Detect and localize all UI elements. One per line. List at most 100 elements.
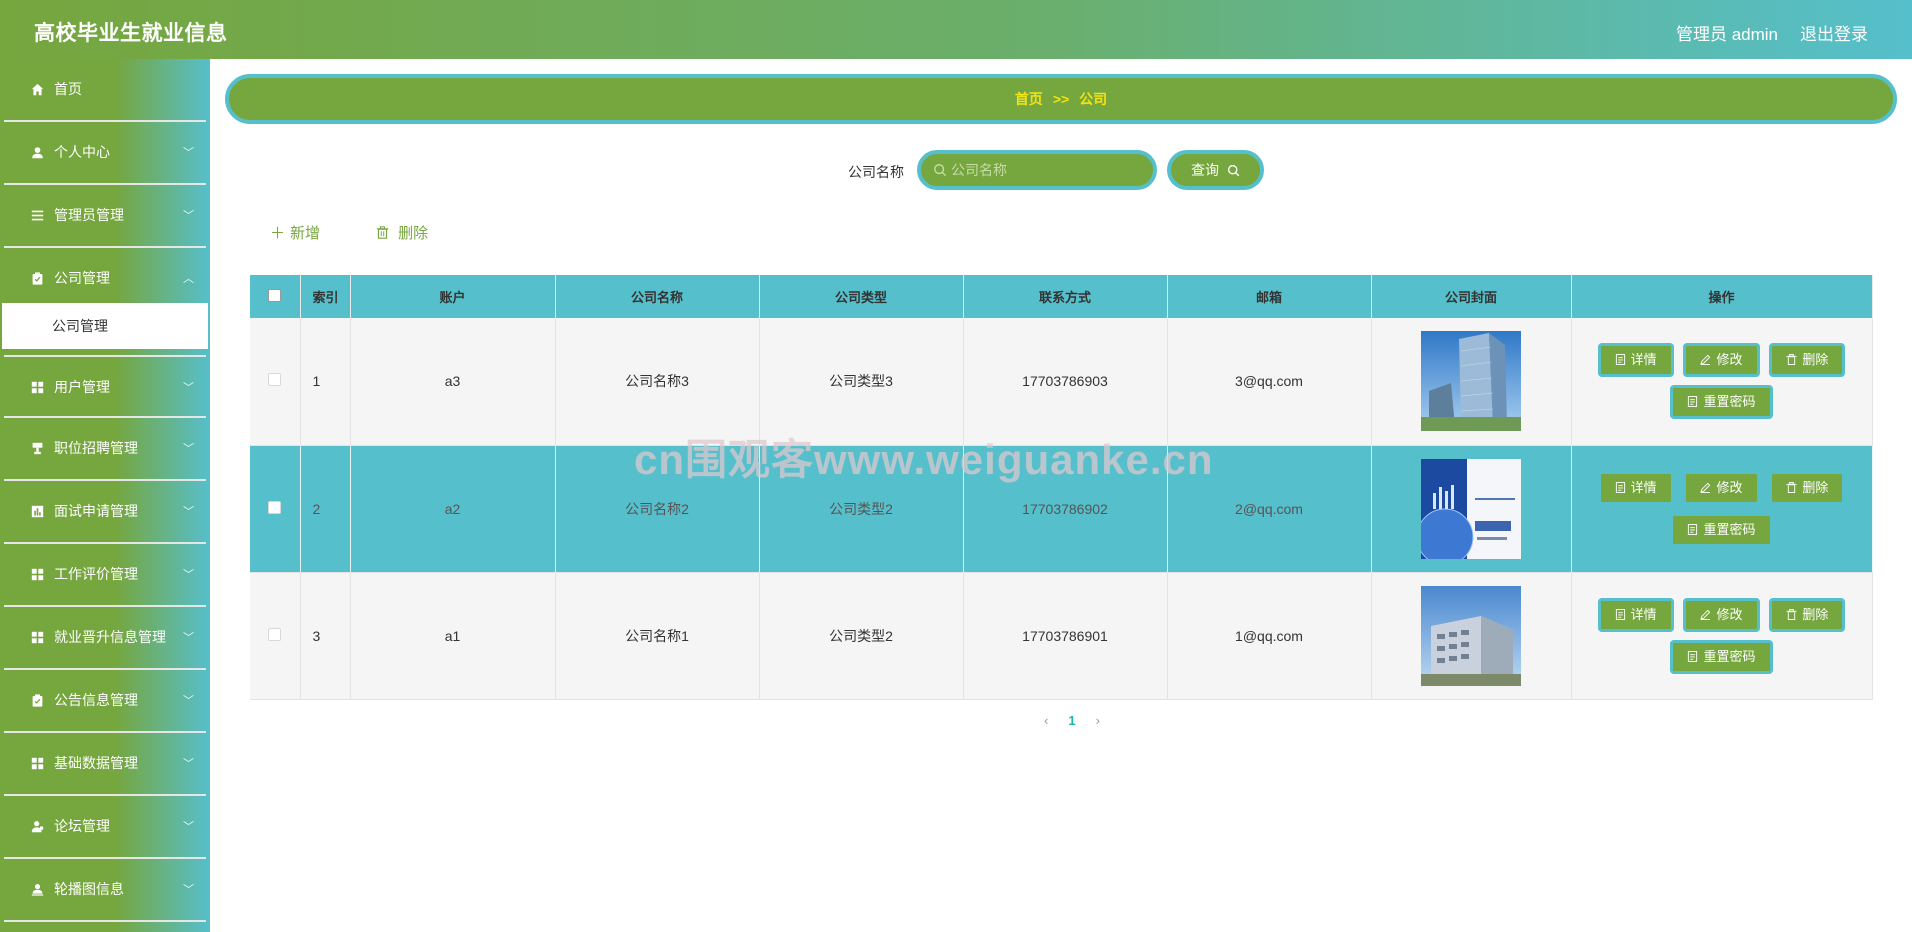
edit-button[interactable]: 修改 [1683, 470, 1760, 505]
cell-phone: 17703786902 [963, 445, 1168, 573]
breadcrumb-current: 公司 [1079, 91, 1108, 107]
clipboard-icon [29, 692, 45, 708]
delete-button[interactable]: 删除 [1769, 597, 1846, 632]
column-header-account: 账户 [350, 275, 556, 318]
sidebar-item-basic-data[interactable]: 基础数据管理 ﹀ [4, 733, 206, 796]
reset-password-button-label: 重置密码 [1703, 648, 1756, 664]
sidebar-item-home[interactable]: 首页 [4, 59, 206, 122]
edit-button-label: 修改 [1716, 352, 1743, 368]
sidebar-item-forum[interactable]: 论坛管理 ﹀ [4, 796, 206, 859]
chevron-down-icon: ﹀ [183, 147, 194, 159]
reset-password-button[interactable]: 重置密码 [1670, 639, 1773, 674]
column-header-email: 邮箱 [1167, 275, 1372, 318]
chart-icon [29, 503, 45, 519]
breadcrumb-separator: >> [1052, 91, 1070, 107]
detail-button[interactable]: 详情 [1597, 343, 1674, 378]
grid-icon [29, 566, 45, 582]
detail-button[interactable]: 详情 [1597, 597, 1674, 632]
cell-company-name: 公司名称3 [555, 318, 760, 446]
sidebar-item-label: 论坛管理 [54, 818, 110, 834]
cell-company-type: 公司类型2 [759, 445, 964, 573]
prev-page-button[interactable]: ‹ [1044, 713, 1048, 728]
cell-index: 1 [300, 318, 351, 446]
sidebar-item-carousel[interactable]: 轮播图信息 ﹀ [4, 859, 206, 922]
pencil-icon [1700, 609, 1711, 620]
search-button[interactable]: 查询 [1167, 150, 1264, 190]
cell-cover [1371, 572, 1572, 700]
chevron-down-icon: ﹀ [183, 632, 194, 644]
reset-password-button[interactable]: 重置密码 [1670, 385, 1773, 420]
cell-email: 1@qq.com [1167, 572, 1372, 700]
sidebar-item-work-evaluation[interactable]: 工作评价管理 ﹀ [4, 544, 206, 607]
sidebar-item-personal-center[interactable]: 个人中心 ﹀ [4, 122, 206, 185]
app-title: 高校毕业生就业信息 [34, 22, 228, 45]
cell-company-type: 公司类型2 [759, 572, 964, 700]
list-icon [29, 207, 45, 223]
sidebar-item-announcement[interactable]: 公告信息管理 ﹀ [4, 670, 206, 733]
sidebar-item-job-recruitment[interactable]: 职位招聘管理 ﹀ [4, 418, 206, 481]
grid-icon [29, 629, 45, 645]
select-all-checkbox[interactable] [268, 288, 282, 302]
trash-icon [1786, 354, 1797, 366]
cell-account: a1 [350, 572, 556, 700]
row-checkbox-cell[interactable] [250, 445, 301, 573]
search-input[interactable] [951, 154, 1141, 186]
edit-button[interactable]: 修改 [1683, 597, 1760, 632]
row-checkbox[interactable] [268, 373, 282, 387]
sidebar-item-interview-application[interactable]: 面试申请管理 ﹀ [4, 481, 206, 544]
select-all-header[interactable] [250, 275, 301, 318]
column-header-index: 索引 [300, 275, 351, 318]
cell-email: 3@qq.com [1167, 318, 1372, 446]
sidebar-item-label: 基础数据管理 [54, 755, 138, 771]
column-header-cover: 公司封面 [1371, 275, 1572, 318]
add-button-label: 新增 [290, 225, 321, 242]
pagination: ‹ 1 › [1022, 713, 1122, 728]
row-checkbox-cell[interactable] [250, 318, 301, 446]
table-row: 3 a1 公司名称1 公司类型2 17703786901 1@qq.com 详情… [250, 572, 1873, 700]
reset-password-button[interactable]: 重置密码 [1670, 512, 1773, 547]
document-icon [1688, 523, 1698, 535]
logout-link[interactable]: 退出登录 [1800, 20, 1868, 45]
sidebar-item-label: 管理员管理 [54, 207, 124, 223]
grid-icon [29, 379, 45, 395]
chevron-down-icon: ﹀ [183, 758, 194, 770]
search-field[interactable] [917, 150, 1157, 190]
sidebar-item-employment-promotion[interactable]: 就业晋升信息管理 ﹀ [4, 607, 206, 670]
detail-button[interactable]: 详情 [1597, 470, 1674, 505]
next-page-button[interactable]: › [1096, 713, 1100, 728]
cell-company-type: 公司类型3 [759, 318, 964, 446]
glass-building-cover[interactable] [1421, 331, 1521, 432]
search-button-label: 查询 [1191, 162, 1220, 178]
delete-button-label: 删除 [1802, 352, 1829, 368]
reset-password-button-label: 重置密码 [1703, 521, 1756, 537]
delete-button-label: 删除 [1802, 479, 1829, 495]
breadcrumb-home[interactable]: 首页 [1015, 91, 1043, 107]
delete-button[interactable]: 删除 [1769, 343, 1846, 378]
edit-button[interactable]: 修改 [1683, 343, 1760, 378]
office-building-cover[interactable] [1421, 585, 1521, 686]
delete-button[interactable]: 删除 [1769, 470, 1846, 505]
row-checkbox[interactable] [268, 500, 282, 514]
chevron-down-icon: ﹀ [183, 443, 194, 455]
trash-icon [376, 225, 393, 242]
sidebar-item-company-management[interactable]: 公司管理 ︿ [4, 248, 206, 303]
search-label: 公司名称 [848, 164, 904, 180]
cell-cover [1371, 318, 1572, 446]
row-checkbox[interactable] [268, 627, 282, 641]
bulk-delete-button[interactable]: 删除 [376, 222, 428, 243]
page-number-current[interactable]: 1 [1068, 713, 1075, 728]
sidebar-item-admin-management[interactable]: 管理员管理 ﹀ [4, 185, 206, 248]
user-shield-icon [29, 818, 45, 834]
cell-actions: 详情 修改 删除 重置密码 [1571, 318, 1873, 446]
delete-button-label: 删除 [398, 225, 429, 242]
add-button[interactable]: ＋新增 [270, 222, 320, 243]
cell-actions: 详情 修改 删除 重置密码 [1571, 445, 1873, 573]
row-checkbox-cell[interactable] [250, 572, 301, 700]
cell-account: a3 [350, 318, 556, 446]
submenu-item-company-management[interactable]: 公司管理 [2, 303, 208, 349]
brochure-cover[interactable] [1421, 458, 1521, 559]
home-icon [29, 81, 45, 97]
document-icon [1615, 354, 1625, 366]
sidebar-item-user-management[interactable]: 用户管理 ﹀ [4, 355, 206, 418]
sidebar-item-label: 用户管理 [54, 379, 110, 395]
